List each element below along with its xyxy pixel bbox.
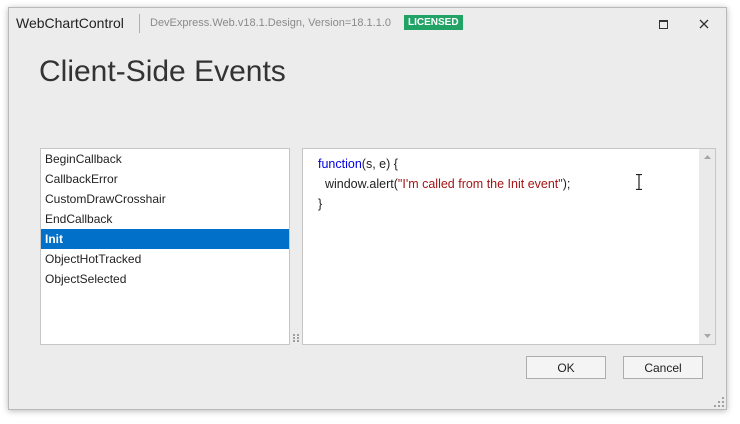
maximize-button[interactable]: [649, 13, 677, 35]
code-closing-brace: }: [318, 197, 323, 211]
ok-button[interactable]: OK: [526, 356, 606, 379]
event-item-begincallback[interactable]: BeginCallback: [41, 149, 289, 169]
splitter-grip[interactable]: [293, 334, 299, 342]
event-item-endcallback[interactable]: EndCallback: [41, 209, 289, 229]
code-call-end: );: [562, 177, 571, 191]
vertical-scrollbar[interactable]: [699, 149, 715, 344]
window-title: WebChartControl: [16, 15, 124, 31]
version-label: DevExpress.Web.v18.1.Design, Version=18.…: [150, 17, 392, 29]
page-title: Client-Side Events: [39, 55, 286, 88]
event-item-objecthottracked[interactable]: ObjectHotTracked: [41, 249, 289, 269]
maximize-icon: [658, 19, 668, 29]
code-call: window.alert(: [318, 177, 398, 191]
event-item-customdrawcrosshair[interactable]: CustomDrawCrosshair: [41, 189, 289, 209]
cancel-button[interactable]: Cancel: [623, 356, 703, 379]
scroll-down-button[interactable]: [699, 328, 715, 344]
title-bar[interactable]: WebChartControl DevExpress.Web.v18.1.Des…: [9, 8, 726, 38]
event-list[interactable]: BeginCallback CallbackError CustomDrawCr…: [40, 148, 290, 345]
scroll-up-button[interactable]: [699, 149, 715, 165]
event-item-init[interactable]: Init: [41, 229, 289, 249]
close-icon: [699, 19, 709, 29]
event-item-objectselected[interactable]: ObjectSelected: [41, 269, 289, 289]
code-keyword: function: [318, 157, 362, 171]
code-editor[interactable]: function(s, e) { window.alert("I'm calle…: [302, 148, 716, 345]
scroll-up-icon: [703, 155, 711, 159]
dialog-window: WebChartControl DevExpress.Web.v18.1.Des…: [8, 7, 727, 410]
event-item-callbackerror[interactable]: CallbackError: [41, 169, 289, 189]
licensed-badge: LICENSED: [404, 15, 463, 30]
code-signature: (s, e) {: [361, 157, 398, 171]
resize-grip[interactable]: [714, 397, 724, 407]
code-string: "I'm called from the Init event": [397, 177, 563, 191]
text-cursor-icon: [636, 174, 642, 190]
close-button[interactable]: [690, 13, 718, 35]
code-text[interactable]: function(s, e) { window.alert("I'm calle…: [318, 154, 570, 214]
title-separator: [139, 14, 140, 33]
scroll-down-icon: [703, 334, 711, 338]
